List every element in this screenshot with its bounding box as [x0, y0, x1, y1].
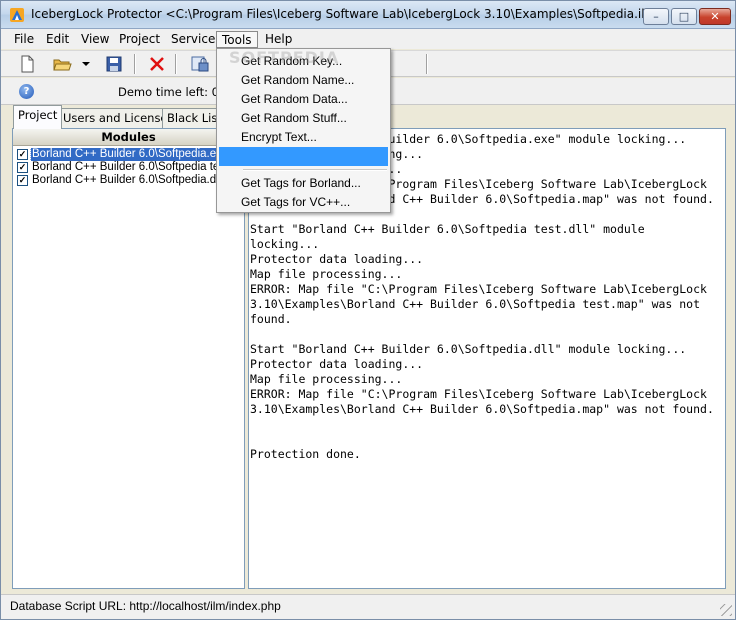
module-item[interactable]: ✓ Borland C++ Builder 6.0\Softpedia.exe: [15, 148, 243, 161]
log-line: Start "Borland C++ Builder 6.0\Softpedia…: [250, 342, 687, 356]
protect-icon[interactable]: [189, 54, 211, 74]
log-line: ERROR: Map file "C:\Program Files\Iceber…: [250, 387, 707, 401]
menu-service[interactable]: Service: [166, 31, 220, 48]
maximize-button[interactable]: □: [671, 8, 697, 25]
menu-tools[interactable]: Tools: [216, 31, 258, 48]
toolbar-separator: [175, 54, 177, 74]
delete-icon[interactable]: [146, 54, 168, 74]
module-label: Borland C++ Builder 6.0\Softpedia test.: [32, 161, 232, 173]
menu-edit[interactable]: Edit: [41, 31, 74, 48]
module-checkbox[interactable]: ✓: [17, 175, 28, 186]
maximize-icon: □: [678, 10, 690, 23]
menu-item-highlighted[interactable]: [219, 147, 388, 166]
menu-item-get-tags-for-borland[interactable]: Get Tags for Borland...: [219, 174, 388, 193]
save-icon[interactable]: [103, 54, 125, 74]
database-url-status: Database Script URL: http://localhost/il…: [10, 599, 281, 613]
window-title: IcebergLock Protector <C:\Program Files\…: [31, 7, 663, 21]
modules-panel[interactable]: Modules ✓ Borland C++ Builder 6.0\Softpe…: [12, 128, 245, 589]
toolbar-separator: [426, 54, 428, 74]
module-checkbox[interactable]: ✓: [17, 162, 28, 173]
module-checkbox[interactable]: ✓: [17, 149, 28, 160]
tab-strip: Project Users and Licenses Black List: [1, 105, 247, 129]
dropdown-arrow-icon[interactable]: [79, 54, 93, 74]
log-line: Protector data loading...: [250, 252, 424, 266]
menu-file[interactable]: File: [9, 31, 39, 48]
resize-grip-icon[interactable]: [720, 604, 732, 616]
tools-dropdown-menu: Get Random Key... Get Random Name... Get…: [216, 48, 391, 213]
module-item[interactable]: ✓ Borland C++ Builder 6.0\Softpedia.dll: [15, 174, 243, 187]
log-line: Map file processing...: [250, 267, 403, 281]
menu-item-get-tags-for-vc[interactable]: Get Tags for VC++...: [219, 193, 388, 212]
log-line: Protector data loading...: [250, 357, 424, 371]
menu-item-get-random-stuff[interactable]: Get Random Stuff...: [219, 109, 388, 128]
log-line: Map file processing...: [250, 372, 403, 386]
menu-item-get-random-name[interactable]: Get Random Name...: [219, 71, 388, 90]
menu-view[interactable]: View: [76, 31, 114, 48]
close-button[interactable]: ✕: [699, 8, 731, 25]
log-line: 3.10\Examples\Borland C++ Builder 6.0\So…: [250, 297, 701, 311]
minimize-icon: –: [653, 10, 659, 23]
help-icon[interactable]: ?: [19, 84, 34, 99]
log-line: locking...: [250, 237, 320, 251]
module-item[interactable]: ✓ Borland C++ Builder 6.0\Softpedia test…: [15, 161, 243, 174]
app-icon: [10, 8, 24, 22]
menu-bar: File Edit View Project Service Tools Hel…: [1, 29, 735, 49]
tab-project[interactable]: Project: [13, 105, 63, 129]
log-line: ERROR: Map file "C:\Program Files\Iceber…: [250, 282, 707, 296]
menu-separator: [243, 169, 387, 171]
tab-users-and-licenses[interactable]: Users and Licenses: [58, 108, 179, 129]
log-line: Protection done.: [250, 447, 361, 461]
open-folder-icon[interactable]: [51, 54, 73, 74]
modules-header[interactable]: Modules: [13, 129, 244, 146]
log-line: found.: [250, 312, 292, 326]
menu-item-get-random-key[interactable]: Get Random Key...: [219, 52, 388, 71]
module-label: Borland C++ Builder 6.0\Softpedia.dll: [32, 174, 222, 186]
status-bar: Database Script URL: http://localhost/il…: [1, 594, 735, 619]
app-window: IcebergLock Protector <C:\Program Files\…: [0, 0, 736, 620]
menu-project[interactable]: Project: [114, 31, 165, 48]
module-label: Borland C++ Builder 6.0\Softpedia.exe: [29, 148, 231, 161]
log-line: 3.10\Examples\Borland C++ Builder 6.0\So…: [250, 402, 714, 416]
title-bar[interactable]: IcebergLock Protector <C:\Program Files\…: [1, 1, 735, 29]
close-icon: ✕: [710, 10, 720, 23]
log-line: Start "Borland C++ Builder 6.0\Softpedia…: [250, 222, 645, 236]
new-file-icon[interactable]: [16, 54, 38, 74]
menu-item-encrypt-text[interactable]: Encrypt Text...: [219, 128, 388, 147]
minimize-button[interactable]: –: [643, 8, 669, 25]
toolbar-separator: [134, 54, 136, 74]
menu-item-get-random-data[interactable]: Get Random Data...: [219, 90, 388, 109]
menu-help[interactable]: Help: [260, 31, 297, 48]
